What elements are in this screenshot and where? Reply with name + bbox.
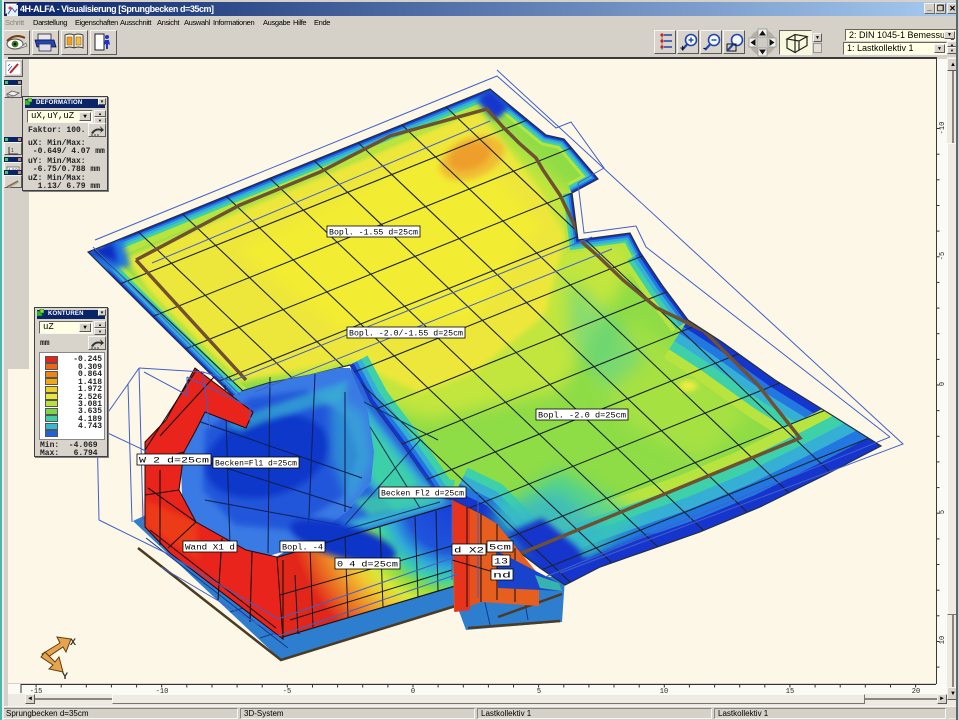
- svg-text:d X2: d X2: [454, 546, 484, 556]
- svg-text:-5: -5: [939, 252, 947, 260]
- svg-text:13: 13: [494, 557, 508, 567]
- svg-text:Bopl. -4: Bopl. -4: [282, 543, 323, 553]
- svg-text:0: 0: [939, 382, 947, 386]
- svg-text:10: 10: [939, 636, 947, 644]
- svg-text:W 2 d=25cm: W 2 d=25cm: [139, 456, 209, 466]
- svg-text:Bopl. -1.55 d=25cm: Bopl. -1.55 d=25cm: [329, 228, 418, 238]
- svg-text:Bopl. -2.0 d=25cm: Bopl. -2.0 d=25cm: [538, 411, 626, 421]
- svg-text:Wand X1 d: Wand X1 d: [185, 543, 235, 553]
- svg-text:Y: Y: [62, 672, 68, 683]
- svg-text:X: X: [70, 638, 76, 649]
- svg-text:Becken=Fl1 d=25cm: Becken=Fl1 d=25cm: [215, 459, 297, 469]
- svg-text:5: 5: [939, 510, 947, 514]
- svg-text:Becken Fl2 d=25cm: Becken Fl2 d=25cm: [381, 489, 464, 499]
- svg-text:1: 1: [11, 148, 14, 154]
- svg-text:nd: nd: [493, 571, 511, 581]
- svg-text:Bopl. -2.0/-1.55 d=25cm: Bopl. -2.0/-1.55 d=25cm: [349, 329, 463, 339]
- svg-text:-10: -10: [939, 122, 947, 135]
- svg-text:0 4 d=25cm: 0 4 d=25cm: [337, 560, 398, 570]
- svg-text:5cm: 5cm: [489, 543, 511, 553]
